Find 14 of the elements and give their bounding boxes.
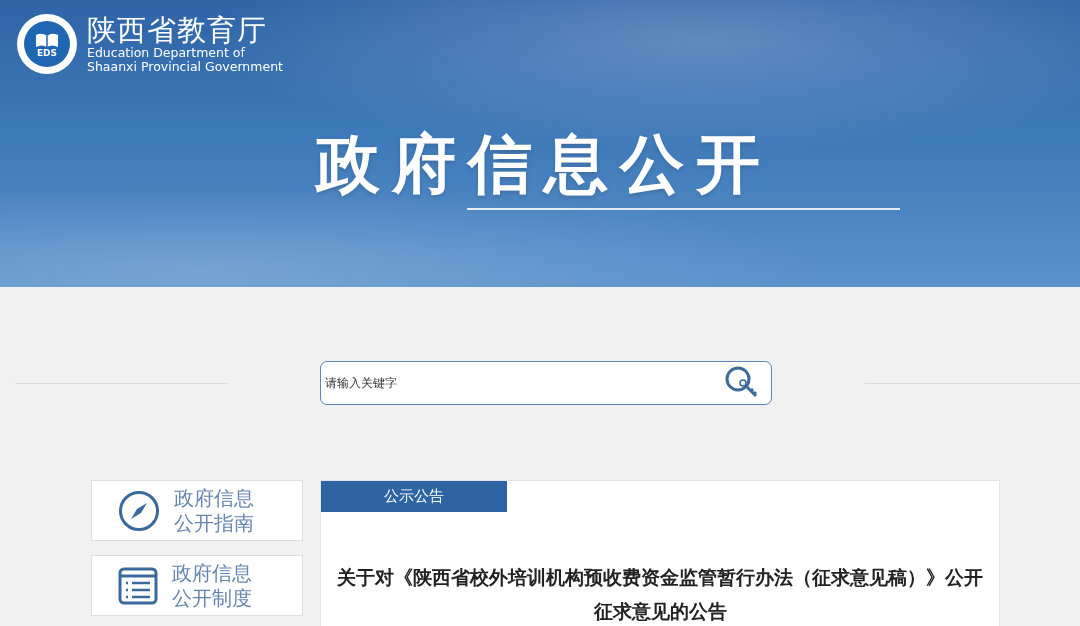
list-icon <box>118 566 158 605</box>
logo-mark: EDS <box>36 48 58 58</box>
search-field[interactable]: 请输入关键字 <box>320 361 772 405</box>
site-title: 陕西省教育厅 <box>87 14 268 46</box>
site-subtitle: Education Department of <box>87 46 246 60</box>
compass-icon <box>118 489 160 532</box>
notice-title[interactable]: 关于对《陕西省校外培训机构预收费资金监管暂行办法（征求意见稿）》公开征求意见的公告 <box>331 560 989 626</box>
sidebar-item[interactable]: 政府信息公开指南 <box>91 480 303 541</box>
tab[interactable]: 公示公告 <box>321 481 507 512</box>
sidebar-label: 政府信息公开制度 <box>172 560 253 611</box>
banner-title: 政府信息公开 <box>316 126 772 202</box>
sidebar-label: 政府信息公开指南 <box>174 485 255 536</box>
site-subtitle: Shaanxi Provincial Government <box>87 60 283 74</box>
sidebar-item[interactable]: 政府信息公开制度 <box>91 555 303 616</box>
